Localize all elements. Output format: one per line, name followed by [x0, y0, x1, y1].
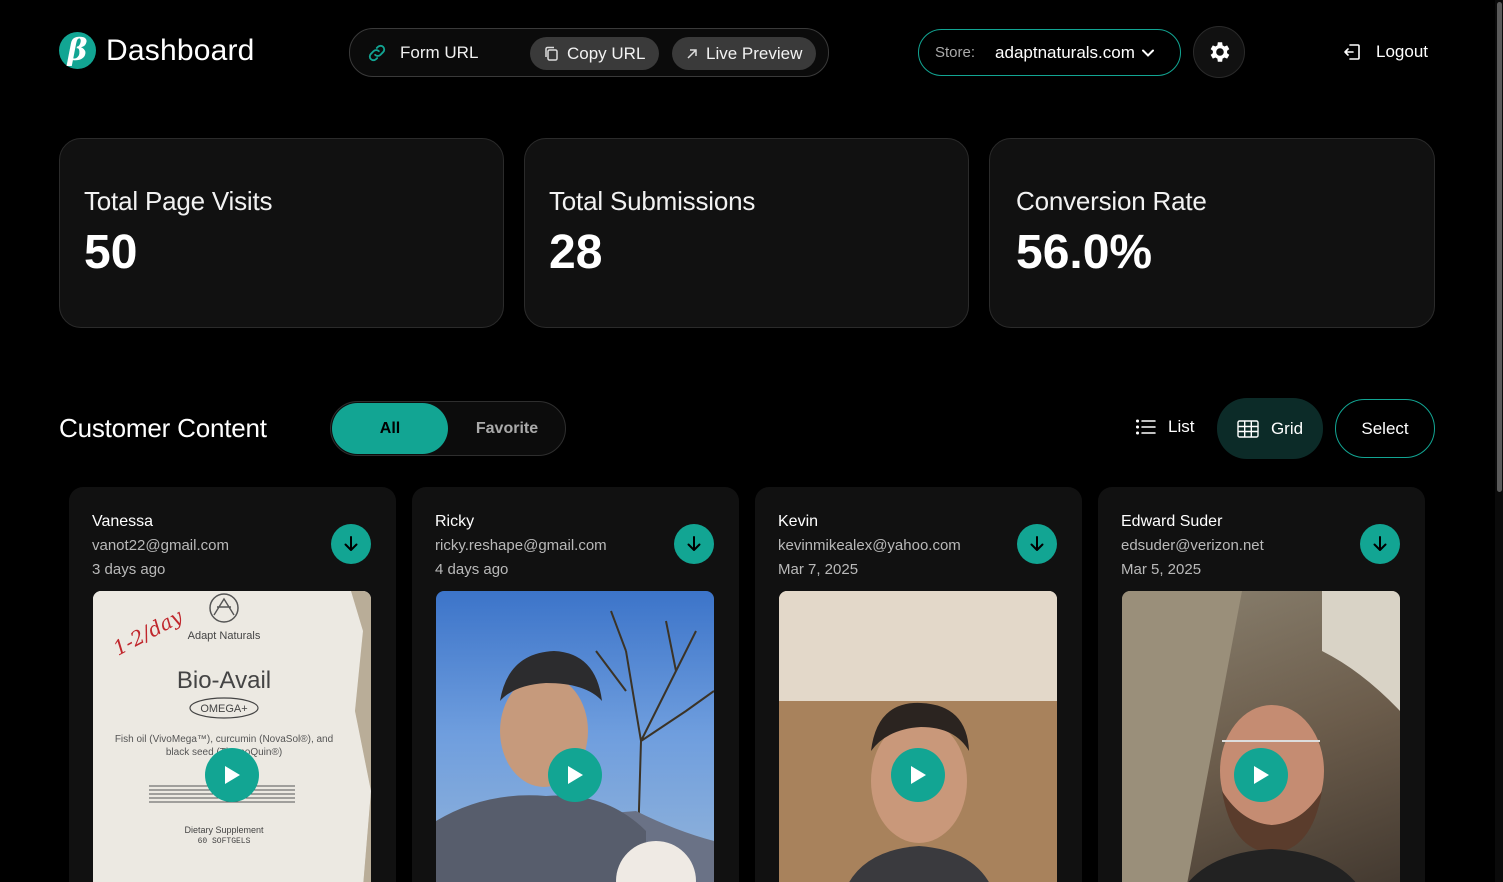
- settings-button[interactable]: [1193, 26, 1245, 78]
- filter-toggle: All Favorite: [330, 401, 566, 456]
- gear-icon: [1210, 42, 1230, 62]
- page-scrollbar[interactable]: [1495, 0, 1503, 882]
- copy-url-button[interactable]: Copy URL: [530, 37, 660, 70]
- download-icon: [1373, 536, 1387, 551]
- store-value: adaptnaturals.com: [995, 42, 1135, 62]
- stat-card-submissions: Total Submissions 28: [524, 138, 969, 328]
- download-button[interactable]: [331, 524, 371, 564]
- person-indoor-image: [779, 591, 1057, 882]
- content-card[interactable]: Ricky ricky.reshape@gmail.com 4 days ago: [412, 487, 739, 882]
- customer-email: kevinmikealex@yahoo.com: [778, 537, 961, 554]
- stat-card-conversion-rate: Conversion Rate 56.0%: [989, 138, 1435, 328]
- person-outdoor-image: [436, 610, 714, 882]
- video-thumbnail[interactable]: 1-2/day Adapt Naturals Bio-Avail OMEGA+ …: [93, 591, 371, 882]
- grid-view-button[interactable]: Grid: [1217, 398, 1323, 459]
- customer-name: Ricky: [435, 513, 475, 530]
- live-preview-label: Live Preview: [706, 43, 803, 63]
- submission-date: 4 days ago: [435, 561, 509, 578]
- play-icon: [225, 766, 240, 784]
- play-button[interactable]: [1234, 748, 1288, 802]
- copy-url-label: Copy URL: [567, 43, 646, 63]
- download-button[interactable]: [674, 524, 714, 564]
- play-icon: [568, 766, 583, 784]
- stat-label: Conversion Rate: [1016, 186, 1207, 216]
- form-url-label: Form URL: [400, 42, 479, 62]
- product-package-image: 1-2/day Adapt Naturals Bio-Avail OMEGA+ …: [93, 591, 371, 882]
- grid-view-label: Grid: [1270, 418, 1304, 438]
- stat-card-page-visits: Total Page Visits 50: [59, 138, 504, 328]
- live-preview-button[interactable]: Live Preview: [672, 37, 817, 70]
- list-view-button[interactable]: List: [1136, 417, 1194, 437]
- stat-value: 28: [549, 226, 603, 279]
- customer-name: Kevin: [778, 513, 819, 530]
- brand-label: Adapt Naturals: [188, 630, 261, 642]
- logout-label: Logout: [1376, 42, 1428, 61]
- form-url-bar: Form URL Copy URL Live Preview: [349, 28, 829, 77]
- scrollbar-thumb[interactable]: [1497, 2, 1502, 492]
- play-button[interactable]: [891, 748, 945, 802]
- filter-all-tab[interactable]: All: [332, 403, 448, 454]
- download-icon: [687, 536, 701, 551]
- video-thumbnail[interactable]: [1122, 591, 1400, 882]
- submission-date: Mar 7, 2025: [778, 561, 859, 578]
- content-card[interactable]: Edward Suder edsuder@verizon.net Mar 5, …: [1098, 487, 1425, 882]
- filter-favorite-tab[interactable]: Favorite: [449, 403, 565, 454]
- download-button[interactable]: [1360, 524, 1400, 564]
- play-button[interactable]: [548, 748, 602, 802]
- stat-value: 50: [84, 226, 138, 279]
- content-card[interactable]: Vanessa vanot22@gmail.com 3 days ago 1-2…: [69, 487, 396, 882]
- play-icon: [911, 766, 926, 784]
- customer-email: vanot22@gmail.com: [92, 537, 229, 554]
- customer-email: edsuder@verizon.net: [1121, 537, 1264, 554]
- customer-name: Vanessa: [92, 513, 154, 530]
- list-view-label: List: [1168, 417, 1195, 436]
- video-thumbnail[interactable]: [779, 591, 1057, 882]
- play-icon: [1254, 766, 1269, 784]
- store-label: Store:: [935, 44, 976, 61]
- brand-logo[interactable]: β Dashboard: [59, 32, 255, 69]
- download-icon: [344, 536, 358, 551]
- page-title: Dashboard: [106, 33, 255, 67]
- video-thumbnail[interactable]: [436, 591, 714, 882]
- list-icon: [1136, 419, 1156, 435]
- logout-icon: [1344, 44, 1360, 60]
- content-card[interactable]: Kevin kevinmikealex@yahoo.com Mar 7, 202…: [755, 487, 1082, 882]
- softgel-count-label: 60 SOFTGELS: [198, 837, 251, 846]
- supplement-label: Dietary Supplement: [184, 825, 264, 835]
- copy-icon: [545, 46, 558, 61]
- stat-label: Total Page Visits: [84, 186, 273, 216]
- customer-name: Edward Suder: [1121, 513, 1223, 530]
- download-button[interactable]: [1017, 524, 1057, 564]
- store-selector[interactable]: Store: adaptnaturals.com: [918, 29, 1181, 76]
- select-button[interactable]: Select: [1335, 399, 1435, 458]
- external-arrow-icon: [687, 48, 697, 59]
- chevron-down-icon: [1141, 49, 1154, 57]
- link-icon: [368, 44, 386, 61]
- section-title: Customer Content: [59, 413, 267, 443]
- stat-value: 56.0%: [1016, 226, 1153, 279]
- logo-mark-icon: β: [59, 32, 96, 69]
- download-icon: [1030, 536, 1044, 551]
- submission-date: Mar 5, 2025: [1121, 561, 1202, 578]
- stat-label: Total Submissions: [549, 186, 756, 216]
- person-indoor-image: [1122, 591, 1400, 882]
- product-name-label: Bio-Avail: [177, 667, 271, 694]
- grid-icon: [1237, 419, 1259, 438]
- omega-badge: OMEGA+: [200, 703, 247, 715]
- customer-email: ricky.reshape@gmail.com: [435, 537, 607, 554]
- logout-button[interactable]: Logout: [1342, 42, 1428, 62]
- submission-date: 3 days ago: [92, 561, 166, 578]
- play-button[interactable]: [205, 748, 259, 802]
